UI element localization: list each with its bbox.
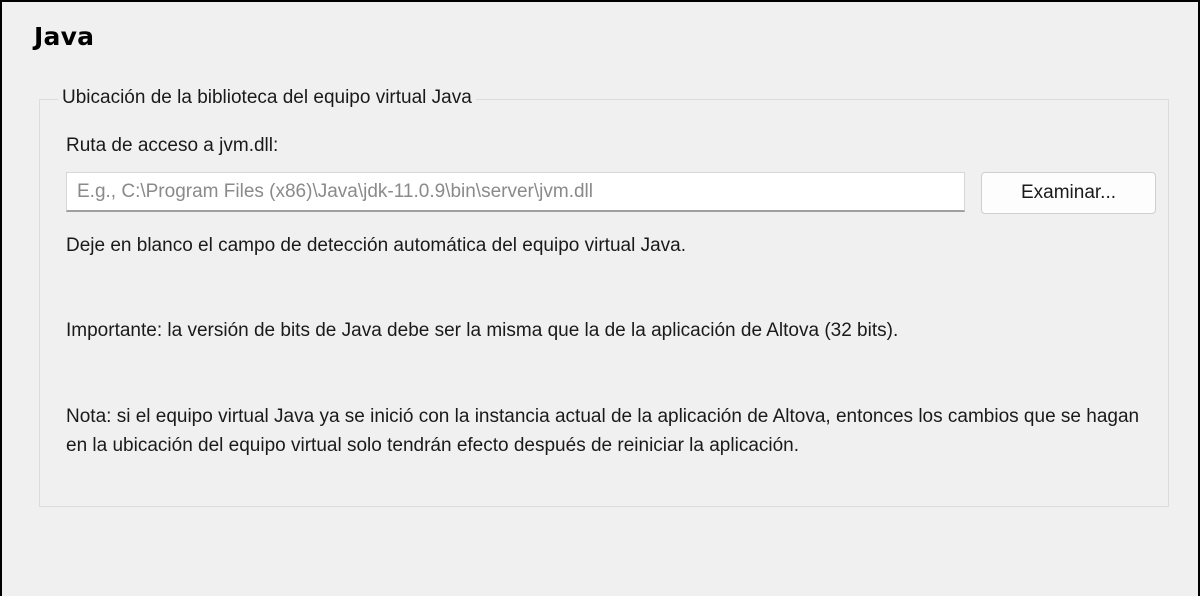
jvm-path-input[interactable] bbox=[66, 172, 965, 212]
page-title: Java bbox=[34, 22, 95, 51]
options-panel: Java Ubicación de la biblioteca del equi… bbox=[0, 0, 1200, 596]
browse-button[interactable]: Examinar... bbox=[981, 172, 1156, 214]
group-legend: Ubicación de la biblioteca del equipo vi… bbox=[58, 87, 476, 109]
auto-detect-hint: Deje en blanco el campo de detección aut… bbox=[66, 235, 686, 256]
jvm-path-label: Ruta de acceso a jvm.dll: bbox=[66, 135, 279, 156]
restart-note: Nota: si el equipo virtual Java ya se in… bbox=[66, 406, 1140, 456]
important-note: Importante: la versión de bits de Java d… bbox=[66, 320, 899, 341]
